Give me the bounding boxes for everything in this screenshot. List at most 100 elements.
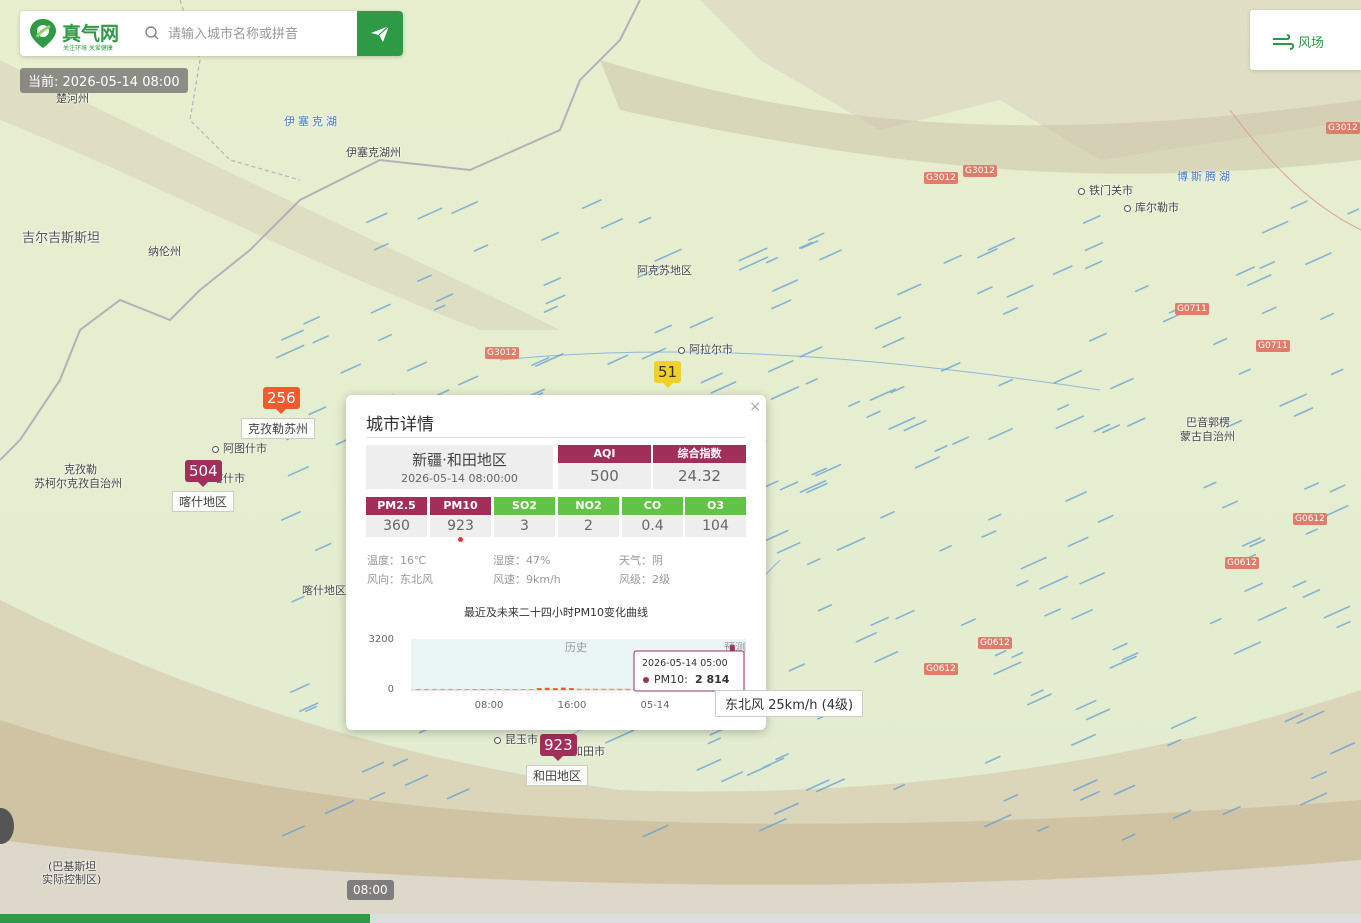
search-input[interactable]: [166, 20, 356, 48]
highway-label: G0612: [978, 637, 1012, 649]
close-icon[interactable]: ×: [749, 399, 761, 415]
x-tick-label: 08:00: [475, 700, 504, 711]
pollutant-name: O3: [685, 497, 746, 515]
timeline-progress: [0, 914, 370, 923]
wind-icon: [1273, 34, 1294, 50]
aqi-marker[interactable]: 256: [263, 387, 300, 414]
highway-label: G3012: [485, 347, 519, 359]
history-label: 历史: [565, 641, 587, 654]
composite-index-value: 24.32: [653, 463, 746, 489]
city-label: 库尔勒市: [1124, 199, 1179, 215]
highway-label: G0612: [924, 663, 958, 675]
y-tick-label: 0: [388, 684, 394, 695]
city-time: 2026-05-14 08:00:00: [401, 472, 518, 485]
region-label[interactable]: 喀什地区: [172, 491, 235, 512]
map-label: 苏柯尔克孜自治州: [34, 477, 122, 490]
chart-bar: [544, 687, 550, 690]
pollutant-value: 2: [558, 515, 619, 537]
pollutant-name: CO: [622, 497, 683, 515]
wind-tooltip: 东北风 25km/h (4级): [715, 690, 864, 717]
chart-bar: [552, 688, 558, 690]
chart-bar: [496, 689, 502, 690]
chart-bar: [528, 689, 534, 690]
divider: [366, 437, 746, 438]
current-time-label: 当前: 2026-05-14 08:00: [20, 68, 188, 93]
chart-bar: [601, 688, 606, 690]
aqi-marker[interactable]: 504: [185, 460, 222, 487]
pollutant-cell[interactable]: PM2.5 360: [366, 497, 427, 537]
map-label: 纳伦州: [148, 245, 181, 258]
highway-label: G0711: [1256, 340, 1290, 352]
chart-bar: [512, 689, 518, 690]
x-tick-label: 05-14: [640, 700, 669, 711]
chart-bar: [472, 689, 478, 690]
map-label: 实际控制区): [42, 873, 102, 886]
pollutant-value: 923: [430, 515, 491, 537]
highway-label: G3012: [963, 165, 997, 177]
chart-bar: [593, 688, 598, 690]
chart-tooltip: 2026-05-14 05:00 PM10: 2 814: [633, 650, 745, 692]
chart-bar: [560, 687, 566, 690]
search-icon: [145, 26, 159, 40]
lake-label: 博斯腾湖: [1177, 170, 1233, 183]
region-label[interactable]: 克孜勒苏州: [241, 418, 316, 439]
city-detail-popup: × 城市详情 新疆·和田地区 2026-05-14 08:00:00 AQI 5…: [346, 395, 766, 730]
city-label: 昆玉市: [494, 731, 538, 747]
city-name: 新疆·和田地区: [412, 451, 507, 469]
chart-bar: [520, 689, 526, 690]
pollutant-value: 0.4: [622, 515, 683, 537]
brand-name: 真气网: [62, 23, 120, 45]
pollutant-cell[interactable]: CO 0.4: [622, 497, 683, 537]
chart-bar: [504, 689, 510, 690]
chart-bar: [488, 689, 494, 690]
pollutant-cell[interactable]: NO2 2: [558, 497, 619, 537]
wind-layer-toggle[interactable]: 风场: [1250, 10, 1361, 70]
timeline-bar[interactable]: [0, 914, 1361, 923]
tooltip-time: 2026-05-14 05:00: [642, 658, 728, 669]
timeline-handle[interactable]: 08:00: [347, 880, 394, 900]
city-label: 阿拉尔市: [678, 341, 733, 357]
weather: 天气：阴: [619, 554, 663, 567]
chart-bar: [432, 689, 437, 690]
highway-label: G3012: [1326, 122, 1360, 134]
wind-direction: 风向：东北风: [367, 573, 433, 586]
pollutant-name: PM10: [430, 497, 491, 515]
tooltip-label: PM10:: [654, 673, 688, 686]
brand-slogan: 关注环境 关爱健康: [63, 45, 113, 52]
pollutant-name: PM2.5: [366, 497, 427, 515]
composite-index-label: 综合指数: [653, 445, 746, 463]
aqi-label: AQI: [558, 445, 651, 463]
city-info: 新疆·和田地区 2026-05-14 08:00:00: [366, 445, 553, 489]
pm10-chart[interactable]: 3200 0 历史 预测 08:00 16:00 05-14 2026-05-1…: [366, 629, 756, 719]
city-label: 和田市: [572, 745, 605, 758]
pollutant-cell[interactable]: PM10 923: [430, 497, 491, 542]
selected-indicator: [458, 537, 463, 542]
chart-bar: [440, 689, 445, 690]
pollutant-value: 104: [685, 515, 746, 537]
pollutant-name: SO2: [494, 497, 555, 515]
wind-layer-label: 风场: [1298, 36, 1325, 51]
aqi-cell: AQI 500: [558, 445, 651, 489]
aqi-marker[interactable]: 51: [654, 361, 682, 388]
send-icon: [371, 25, 390, 42]
chart-bar: [609, 688, 614, 690]
pollutant-cell[interactable]: SO2 3: [494, 497, 555, 537]
highway-label: G3012: [924, 172, 958, 184]
lake-label: 伊塞克湖: [284, 115, 340, 128]
region-label[interactable]: 和田地区: [526, 765, 589, 786]
chart-bar: [456, 689, 462, 690]
pollutant-value: 3: [494, 515, 555, 537]
wind-speed: 风速：9km/h: [493, 573, 561, 586]
chart-title: 最近及未来二十四小时PM10变化曲线: [463, 606, 649, 619]
search-bar: 真气网 关注环境 关爱健康: [20, 11, 403, 56]
popup-title: 城市详情: [366, 415, 434, 435]
chart-bar: [424, 689, 429, 690]
aqi-marker[interactable]: 923: [540, 734, 577, 761]
humidity: 湿度：47%: [493, 554, 551, 567]
chart-bar: [536, 688, 542, 690]
tooltip-value: 2 814: [695, 673, 730, 686]
logo[interactable]: 真气网 关注环境 关爱健康: [28, 17, 143, 52]
pollutant-cell[interactable]: O3 104: [685, 497, 746, 537]
search-button[interactable]: [357, 11, 403, 56]
composite-index-cell: 综合指数 24.32: [653, 445, 746, 489]
